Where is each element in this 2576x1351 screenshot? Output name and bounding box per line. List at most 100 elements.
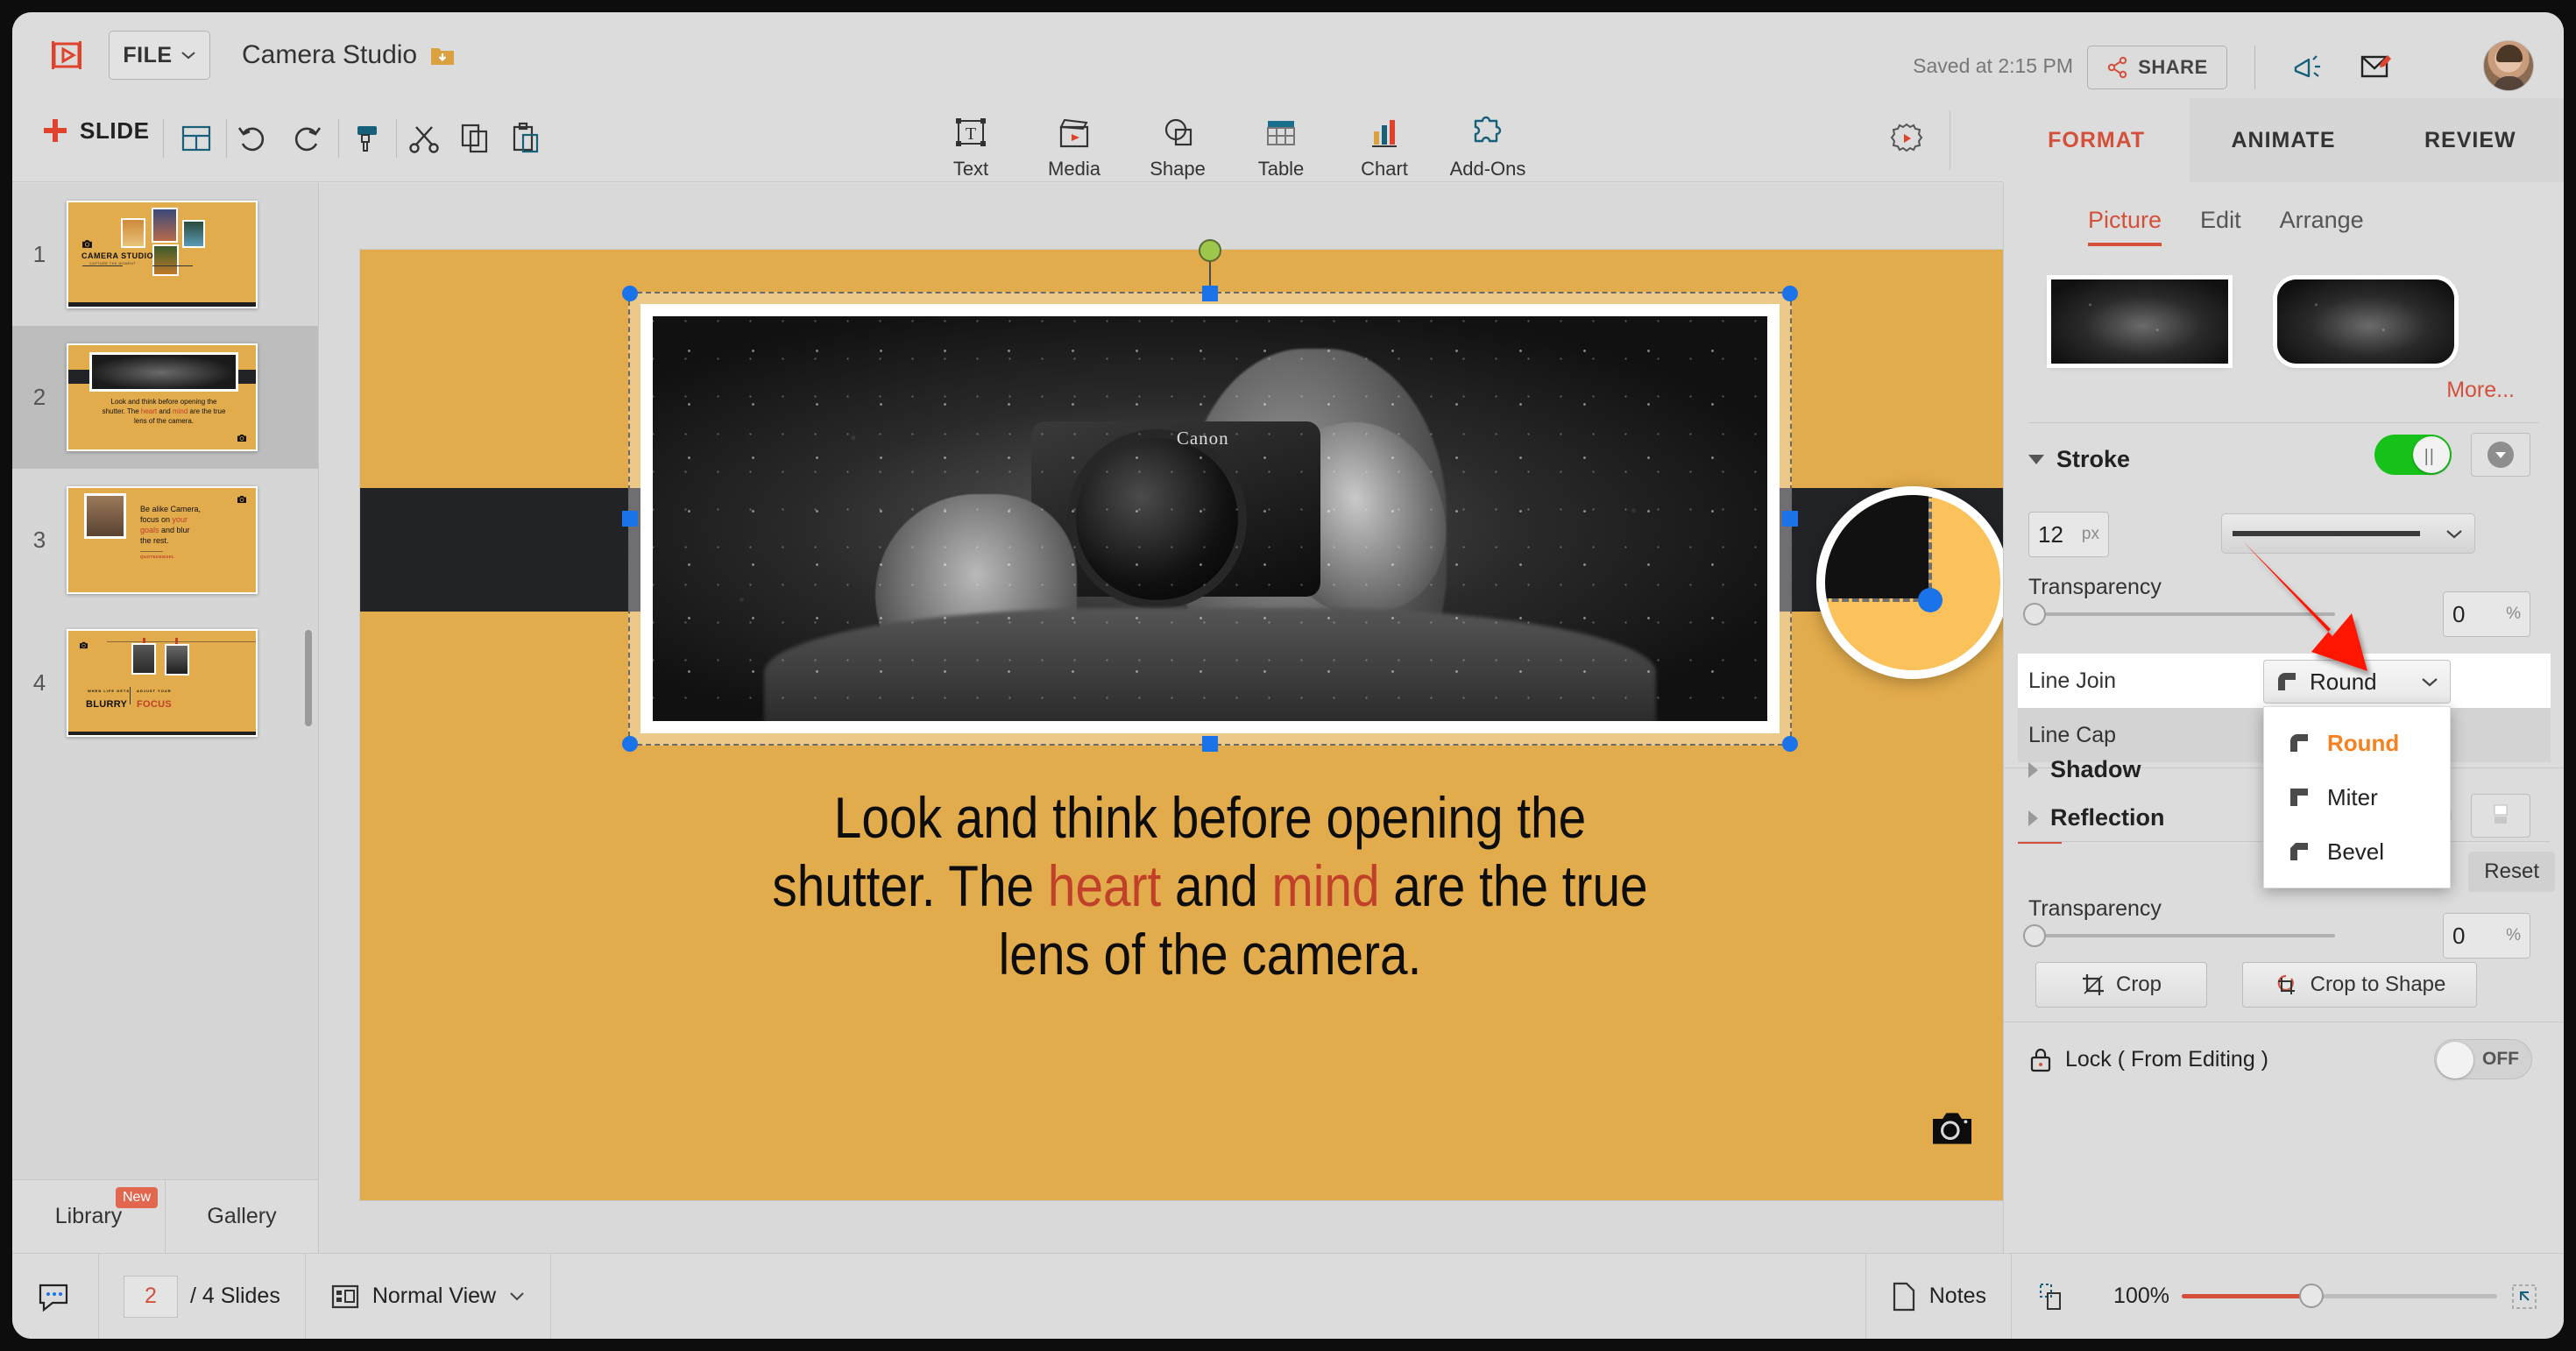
main-tools: T Text Media Shape Table Chart Add-Ons: [919, 103, 1539, 180]
lock-toggle[interactable]: OFF: [2434, 1039, 2532, 1079]
layout-icon[interactable]: [175, 117, 217, 159]
slide-count-label: / 4 Slides: [190, 1284, 280, 1308]
rotation-handle[interactable]: [1199, 239, 1221, 262]
gallery-tab[interactable]: Gallery: [165, 1180, 318, 1253]
toolbar-divider-2: [226, 119, 227, 158]
preset-fancy-frame[interactable]: [2277, 279, 2454, 364]
sub-tab-edit[interactable]: Edit: [2200, 207, 2241, 246]
slide-thumbnail-1[interactable]: 1 CAMERA STUDIO CAPTURE THE MOMENT: [12, 183, 318, 326]
current-slide-input[interactable]: 2: [124, 1275, 178, 1318]
handle-bottom-center[interactable]: [1202, 736, 1218, 752]
shadow-section-header[interactable]: Shadow: [2004, 756, 2141, 783]
line-join-option-miter[interactable]: Miter: [2264, 770, 2450, 824]
crop-to-shape-button[interactable]: Crop to Shape: [2242, 962, 2477, 1008]
file-menu-button[interactable]: FILE: [109, 31, 210, 80]
sub-tab-picture[interactable]: Picture: [2088, 207, 2162, 246]
reflection-preview-icon: [2494, 804, 2508, 824]
tab-animate[interactable]: ANIMATE: [2190, 98, 2376, 182]
reflection-transparency-slider[interactable]: [2032, 934, 2335, 937]
sub-tab-arrange[interactable]: Arrange: [2280, 207, 2364, 246]
stroke-transparency-knob[interactable]: [2023, 603, 2046, 626]
announcement-icon[interactable]: [2285, 46, 2329, 89]
reflection-transparency-knob[interactable]: [2023, 924, 2046, 947]
handle-top-center[interactable]: [1202, 286, 1218, 301]
handle-bottom-left[interactable]: [622, 736, 638, 752]
slide-thumbnail-4[interactable]: 4 WHEN LIFE GETS ADJUST YOUR BLURRY FOCU…: [12, 612, 318, 754]
expand-icon[interactable]: [2509, 1282, 2539, 1312]
reset-button[interactable]: Reset: [2468, 852, 2555, 892]
stroke-style-preview: [2233, 531, 2420, 536]
app-logo-icon[interactable]: [44, 32, 89, 78]
tool-text[interactable]: T Text: [919, 103, 1023, 180]
feedback-edit-icon[interactable]: [2353, 46, 2397, 89]
lock-label: Lock ( From Editing ): [2065, 1046, 2269, 1072]
zoom-level-label: 100%: [2113, 1284, 2169, 1308]
line-join-bevel-icon: [2290, 843, 2308, 860]
stroke-transparency-input[interactable]: 0 %: [2443, 591, 2530, 637]
handle-top-right[interactable]: [1782, 286, 1798, 301]
tool-text-label: Text: [952, 158, 989, 180]
stroke-width-input[interactable]: 12 px: [2028, 512, 2109, 557]
slide-preview-title: CAMERA STUDIO: [81, 251, 154, 260]
user-avatar[interactable]: [2483, 40, 2534, 91]
zoom-slider-knob[interactable]: [2299, 1284, 2324, 1308]
tool-addons[interactable]: Add-Ons: [1436, 103, 1539, 180]
cut-icon[interactable]: [403, 117, 445, 159]
camera-icon: [237, 435, 246, 442]
tab-review[interactable]: REVIEW: [2377, 98, 2564, 182]
paste-icon[interactable]: [505, 117, 547, 159]
fit-slide-button[interactable]: [2012, 1254, 2089, 1339]
reflection-section-header[interactable]: Reflection: [2004, 804, 2165, 831]
undo-icon[interactable]: [231, 117, 273, 159]
view-mode-selector[interactable]: Normal View: [306, 1254, 550, 1339]
line-join-option-bevel[interactable]: Bevel: [2264, 824, 2450, 879]
handle-middle-left[interactable]: [622, 511, 638, 527]
more-presets-link[interactable]: More...: [2004, 364, 2564, 403]
stroke-color-button[interactable]: [2471, 433, 2530, 477]
picture-sub-tabs: Picture Edit Arrange: [2004, 182, 2564, 246]
settings-gear-icon[interactable]: [1886, 117, 1928, 159]
slide-thumbnail-list[interactable]: 1 CAMERA STUDIO CAPTURE THE MOMENT 2 Loo…: [12, 183, 318, 1179]
lock-state: OFF: [2482, 1049, 2519, 1069]
copy-icon[interactable]: [454, 117, 496, 159]
slide-photo[interactable]: Canon: [640, 304, 1780, 733]
add-slide-button[interactable]: SLIDE: [40, 116, 150, 145]
handle-bottom-right[interactable]: [1782, 736, 1798, 752]
slide-quote-text[interactable]: Look and think before opening the shutte…: [615, 784, 1806, 989]
share-button[interactable]: SHARE: [2087, 46, 2227, 89]
line-join-option-bevel-label: Bevel: [2327, 838, 2385, 865]
reflection-style-button[interactable]: [2471, 794, 2530, 838]
tool-chart[interactable]: Chart: [1333, 103, 1436, 180]
app-window: FILE Camera Studio Saved at 2:15 PM SHAR…: [12, 12, 2564, 1339]
stroke-toggle[interactable]: ||: [2374, 435, 2452, 475]
slide-thumbnail-3[interactable]: 3 Be alike Camera, focus on your goals and…: [12, 469, 318, 612]
document-title[interactable]: Camera Studio: [242, 40, 456, 70]
line-join-option-round[interactable]: Round: [2264, 716, 2450, 770]
sub-tab-edit-label: Edit: [2200, 207, 2241, 233]
preset-plain-frame[interactable]: [2051, 279, 2228, 364]
line-join-menu[interactable]: Round Miter Bevel: [2263, 706, 2451, 888]
photo-image: Canon: [653, 316, 1767, 721]
reflection-transparency-input[interactable]: 0 %: [2443, 913, 2530, 958]
sidebar-scroll-thumb[interactable]: [305, 630, 312, 726]
zoom-slider[interactable]: [2182, 1284, 2497, 1308]
handle-top-left[interactable]: [622, 286, 638, 301]
redo-icon[interactable]: [286, 117, 328, 159]
crop-button[interactable]: Crop: [2035, 962, 2207, 1008]
tab-format[interactable]: FORMAT: [2003, 98, 2190, 182]
save-to-folder-icon[interactable]: [429, 42, 456, 68]
slide-canvas-area[interactable]: Canon Look and think before opening the …: [320, 183, 2051, 1253]
format-painter-icon[interactable]: [347, 117, 389, 159]
notes-button[interactable]: Notes: [1866, 1254, 2011, 1339]
tool-shape[interactable]: Shape: [1126, 103, 1229, 180]
comments-button[interactable]: [12, 1254, 98, 1339]
slide-thumbnail-2[interactable]: 2 Look and think before opening the shutt…: [12, 326, 318, 469]
sidebar-scrollbar[interactable]: [305, 183, 315, 1179]
library-tab[interactable]: Library New: [12, 1180, 165, 1253]
shadow-title: Shadow: [2050, 756, 2141, 782]
tool-table[interactable]: Table: [1229, 103, 1333, 180]
tool-media[interactable]: Media: [1023, 103, 1126, 180]
current-slide[interactable]: Canon Look and think before opening the …: [360, 239, 2051, 1200]
handle-middle-right[interactable]: [1782, 511, 1798, 527]
zoom-control[interactable]: 100%: [2089, 1254, 2564, 1339]
